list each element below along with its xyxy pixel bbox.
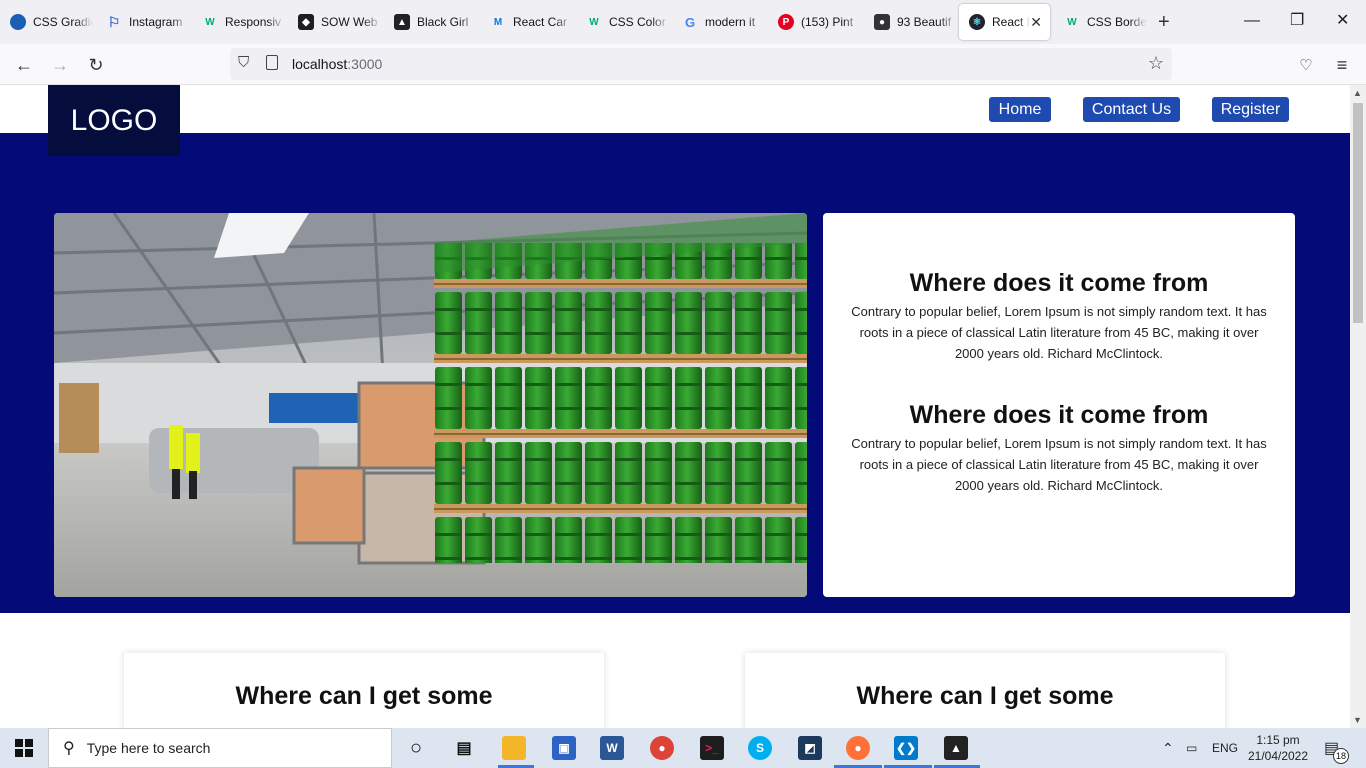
close-tab-icon[interactable]: ✕ (1030, 14, 1042, 31)
scroll-up-icon[interactable]: ▲ (1353, 88, 1362, 98)
browser-tab[interactable]: W CSS Color (576, 4, 672, 40)
browser-navigation-bar: ← → ↻ ⛉ localhost:3000 ☆ ♡ ≡ (0, 44, 1366, 85)
terminal-icon[interactable]: >_ (700, 736, 724, 760)
browser-tab-bar: CSS Gradie ⚐ Instagram W Responsiv ◆ SOW… (0, 0, 1366, 44)
tab-title: React Car (513, 15, 568, 29)
word-icon[interactable]: W (600, 736, 624, 760)
pocket-icon[interactable]: ♡ (1294, 53, 1318, 77)
windows-taskbar: ⚲ Type here to search ○ ▤ ▣ W ● >_ S ◩ ●… (0, 728, 1366, 768)
chrome-icon[interactable]: ● (650, 736, 674, 760)
vscode-icon[interactable]: ❮❯ (894, 736, 918, 760)
hero-text-1: Contrary to popular belief, Lorem Ipsum … (851, 304, 1267, 361)
battery-icon[interactable]: ▭ (1186, 728, 1197, 768)
browser-tab[interactable]: P (153) Pint (768, 4, 864, 40)
search-icon: ⚲ (63, 740, 75, 757)
site-logo[interactable]: LOGO (48, 85, 180, 156)
browser-tab[interactable]: ● 93 Beautif (864, 4, 960, 40)
restore-icon[interactable]: ❐ (1290, 12, 1304, 30)
language-indicator[interactable]: ENG (1212, 728, 1238, 768)
page-scrollbar[interactable]: ▲ ▼ (1350, 85, 1366, 728)
card-heading: Where can I get some (856, 682, 1114, 710)
hero-text-2: Contrary to popular belief, Lorem Ipsum … (851, 436, 1267, 493)
mail-app-icon[interactable]: ▣ (552, 736, 576, 760)
new-tab-icon[interactable]: + (1158, 12, 1170, 32)
react-icon: ⚛ (969, 14, 985, 30)
widgets-icon[interactable]: ▤ (452, 736, 476, 760)
github-icon: ▲ (394, 14, 410, 30)
reload-icon[interactable]: ↻ (84, 53, 108, 77)
w3-icon: W (205, 16, 215, 28)
tab-title: SOW Web (321, 15, 378, 29)
info-card: Where can I get some (745, 653, 1225, 728)
warehouse-photo (54, 213, 807, 597)
taskbar-search[interactable]: ⚲ Type here to search (48, 728, 392, 768)
tab-title: 93 Beautif (897, 15, 952, 29)
google-icon: G (684, 14, 696, 30)
mui-icon: M (493, 16, 503, 28)
back-icon[interactable]: ← (12, 53, 36, 77)
shield-icon[interactable]: ⛉ (238, 54, 249, 71)
card-heading: Where can I get some (235, 682, 493, 710)
hero-text-card: Where does it come from Contrary to popu… (823, 213, 1295, 597)
task-view-icon[interactable]: ○ (404, 736, 428, 760)
minimize-icon[interactable]: — (1244, 12, 1260, 30)
nav-home-button[interactable]: Home (989, 97, 1051, 122)
hero-heading-1: Where does it come from (909, 269, 1209, 297)
clock[interactable]: 1:15 pm 21/04/2022 (1248, 728, 1308, 768)
page-icon (266, 55, 278, 70)
address-bar[interactable]: ⛉ localhost:3000 ☆ (230, 48, 1172, 80)
search-placeholder: Type here to search (86, 740, 211, 756)
tab-title: CSS Gradie (33, 15, 93, 29)
show-hidden-icons-icon[interactable]: ⌃ (1162, 728, 1174, 768)
nav-contact-button[interactable]: Contact Us (1083, 97, 1180, 122)
w3-icon: W (1067, 16, 1077, 28)
tab-title: Responsiv (225, 15, 282, 29)
hero-section: Where does it come from Contrary to popu… (0, 133, 1350, 613)
clock-time: 1:15 pm (1256, 733, 1300, 747)
figma-icon: ◆ (298, 14, 314, 30)
file-explorer-icon[interactable] (502, 736, 526, 760)
site-header: LOGO Home Contact Us Register (0, 85, 1350, 156)
browser-tab[interactable]: W CSS Borde (1054, 4, 1150, 40)
browser-tab[interactable]: G modern it (672, 4, 768, 40)
hero-heading-2: Where does it come from (909, 401, 1209, 429)
tab-title: modern it (705, 15, 756, 29)
firefox-icon[interactable]: ● (846, 736, 870, 760)
skype-icon[interactable]: S (748, 736, 772, 760)
tab-title: Instagram (129, 15, 183, 29)
url-text: localhost:3000 (292, 56, 383, 72)
tab-title: React R (992, 15, 1030, 29)
star-bookmark-icon[interactable]: ☆ (1148, 53, 1164, 74)
tab-title: Black Girl (417, 15, 469, 29)
dribbble-icon: ● (874, 14, 890, 30)
scroll-down-icon[interactable]: ▼ (1353, 715, 1362, 725)
page-viewport: LOGO Home Contact Us Register Where does… (0, 85, 1350, 728)
tab-title: (153) Pint (801, 15, 854, 29)
photos-icon[interactable]: ▲ (944, 736, 968, 760)
close-window-icon[interactable]: ✕ (1336, 12, 1349, 30)
browser-tab[interactable]: CSS Gradie (0, 4, 96, 40)
browser-tab-active[interactable]: ⚛ React R ✕ (959, 4, 1050, 40)
flag-icon: ⚐ (107, 13, 121, 30)
nav-register-button[interactable]: Register (1212, 97, 1289, 122)
browser-tab[interactable]: ▲ Black Girl (384, 4, 480, 40)
globe-icon (10, 14, 26, 30)
browser-tab[interactable]: ⚐ Instagram (96, 4, 192, 40)
browser-tab[interactable]: M React Car (480, 4, 576, 40)
windows-logo-icon (15, 739, 33, 757)
sql-tool-icon[interactable]: ◩ (798, 736, 822, 760)
tab-title: CSS Color (609, 15, 666, 29)
clock-date: 21/04/2022 (1247, 749, 1309, 763)
start-button[interactable] (0, 728, 48, 768)
forward-icon[interactable]: → (48, 53, 72, 77)
tab-title: CSS Borde (1087, 15, 1147, 29)
pinterest-icon: P (778, 14, 794, 30)
menu-icon[interactable]: ≡ (1330, 53, 1354, 77)
browser-tab[interactable]: W Responsiv (192, 4, 288, 40)
scrollbar-thumb[interactable] (1353, 103, 1363, 323)
info-card: Where can I get some (124, 653, 604, 728)
notification-badge: 18 (1333, 748, 1349, 764)
w3-icon: W (589, 16, 599, 28)
browser-tab[interactable]: ◆ SOW Web (288, 4, 384, 40)
